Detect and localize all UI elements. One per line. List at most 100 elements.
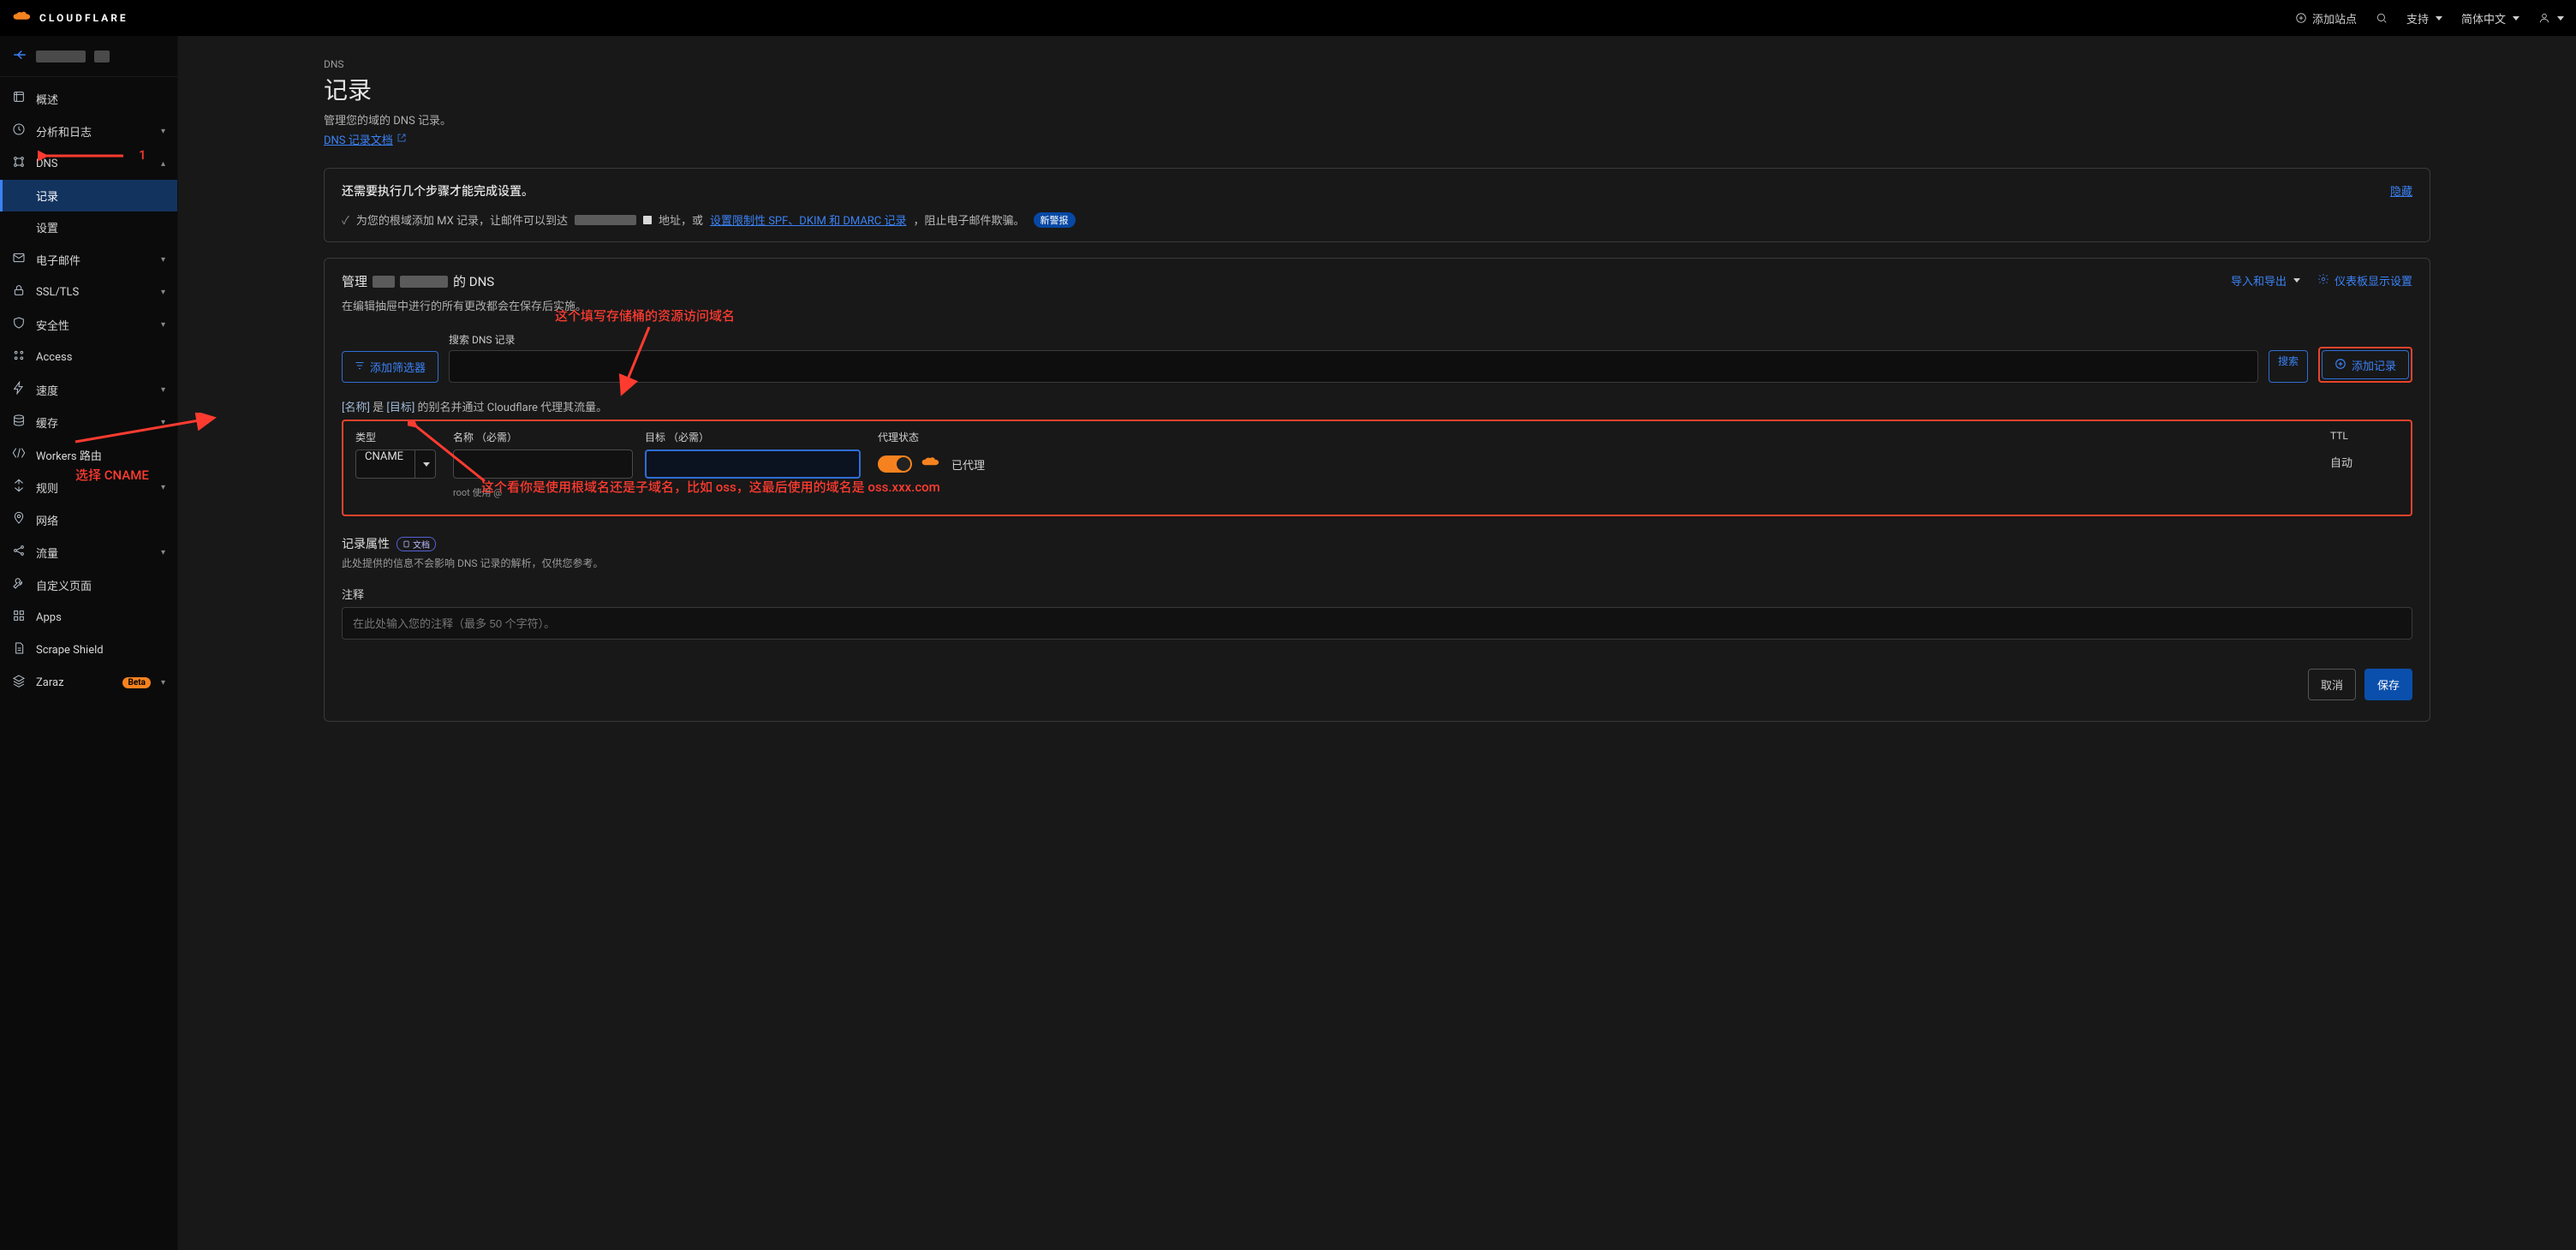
- redacted-domain: [575, 215, 636, 225]
- chevron-down-icon: [415, 449, 436, 479]
- chevron-down-icon: ▾: [161, 483, 165, 492]
- sidebar-item-caching[interactable]: 缓存 ▾: [0, 406, 177, 438]
- attrs-doc-pill[interactable]: 文档: [397, 537, 436, 551]
- add-filter-button[interactable]: 添加筛选器: [342, 351, 438, 383]
- chevron-down-icon: [2513, 16, 2519, 21]
- chevron-down-icon: ▾: [161, 418, 165, 427]
- type-select[interactable]: CNAME: [355, 449, 441, 479]
- page-desc: 管理您的域的 DNS 记录。: [324, 111, 2430, 128]
- breadcrumb[interactable]: [0, 36, 177, 77]
- plus-circle-icon: [2295, 12, 2307, 24]
- sidebar-item-access[interactable]: Access: [0, 341, 177, 373]
- wrench-icon: [12, 576, 26, 593]
- filter-icon: [355, 360, 365, 373]
- record-form: 类型 CNAME 名称 （必需） root 使用 @ 目标 （必需） 代理: [342, 420, 2412, 516]
- search-toolbar: 添加筛选器 搜索 DNS 记录 搜索: [342, 332, 2412, 383]
- cloud-proxy-icon: [921, 455, 943, 473]
- language-label: 简体中文: [2461, 10, 2506, 27]
- add-site-label: 添加站点: [2312, 10, 2357, 27]
- sidebar: 概述 分析和日志 ▾ DNS ▴ 记录 设置: [0, 36, 178, 1250]
- new-alert-pill: 新警报: [1034, 212, 1076, 228]
- back-arrow-icon: [12, 47, 27, 66]
- sidebar-item-rules[interactable]: 规则 ▾: [0, 471, 177, 503]
- shield-icon: [12, 316, 26, 333]
- sidebar-item-security[interactable]: 安全性 ▾: [0, 308, 177, 341]
- brand-text: CLOUDFLARE: [39, 12, 128, 24]
- notice-text-2: 地址，或: [659, 211, 703, 228]
- spf-link[interactable]: 设置限制性 SPF、DKIM 和 DMARC 记录: [710, 211, 907, 228]
- user-icon: [2538, 12, 2550, 24]
- note-input[interactable]: [342, 607, 2412, 640]
- save-button[interactable]: 保存: [2364, 669, 2412, 700]
- rules-icon: [12, 479, 26, 496]
- chevron-down-icon: ▾: [161, 127, 165, 136]
- pin-icon: [12, 511, 26, 528]
- search-icon: [2376, 12, 2388, 24]
- cancel-button[interactable]: 取消: [2308, 669, 2356, 700]
- search-button[interactable]: 搜索: [2269, 350, 2308, 383]
- external-link-icon: [397, 133, 407, 146]
- clock-icon: [12, 122, 26, 140]
- name-input[interactable]: [453, 449, 633, 479]
- sidebar-item-traffic[interactable]: 流量 ▾: [0, 536, 177, 568]
- sidebar-item-custom-pages[interactable]: 自定义页面: [0, 568, 177, 601]
- search-button[interactable]: [2376, 12, 2388, 24]
- sidebar-item-scrape-shield[interactable]: Scrape Shield: [0, 634, 177, 666]
- workers-icon: [12, 446, 26, 463]
- sidebar-item-overview[interactable]: 概述: [0, 82, 177, 115]
- sidebar-item-workers[interactable]: Workers 路由: [0, 438, 177, 471]
- brand-logo[interactable]: CLOUDFLARE: [12, 11, 128, 25]
- sidebar-item-dns[interactable]: DNS ▴: [0, 147, 177, 180]
- search-input[interactable]: [449, 350, 2258, 383]
- language-menu[interactable]: 简体中文: [2461, 10, 2519, 27]
- sidebar-item-dns-settings[interactable]: 设置: [0, 211, 177, 243]
- sidebar-item-analytics[interactable]: 分析和日志 ▾: [0, 115, 177, 147]
- file-icon: [12, 641, 26, 658]
- sidebar-item-zaraz[interactable]: Zaraz Beta ▾: [0, 666, 177, 699]
- attrs-subtitle: 此处提供的信息不会影响 DNS 记录的解析，仅供您参考。: [342, 556, 2412, 570]
- mail-icon: [12, 251, 26, 268]
- sidebar-item-speed[interactable]: 速度 ▾: [0, 373, 177, 406]
- chevron-down-icon: [2436, 16, 2442, 21]
- sidebar-item-dns-records[interactable]: 记录: [0, 180, 177, 211]
- support-menu[interactable]: 支持: [2406, 10, 2442, 27]
- import-export-link[interactable]: 导入和导出: [2231, 272, 2300, 289]
- proxy-toggle[interactable]: [878, 455, 912, 473]
- sidebar-item-network[interactable]: 网络: [0, 503, 177, 536]
- top-bar: CLOUDFLARE 添加站点 支持 简体中文: [0, 0, 2576, 36]
- notice-body: ✓ 为您的根域添加 MX 记录，让邮件可以到达 地址，或 设置限制性 SPF、D…: [342, 211, 2412, 228]
- database-icon: [12, 414, 26, 431]
- note-label: 注释: [342, 586, 2412, 602]
- cloud-icon: [12, 11, 34, 25]
- dns-docs-label: DNS 记录文档: [324, 131, 393, 147]
- manage-title: 管理 的 DNS: [342, 272, 587, 290]
- manage-dns-card: 管理 的 DNS 在编辑抽屉中进行的所有更改都会在保存后实施。 导入和导出: [324, 258, 2430, 722]
- page-title: 记录: [324, 72, 2430, 106]
- sidebar-item-email[interactable]: 电子邮件 ▾: [0, 243, 177, 276]
- nav: 概述 分析和日志 ▾ DNS ▴ 记录 设置: [0, 77, 177, 716]
- redacted: [400, 276, 448, 288]
- account-menu[interactable]: [2538, 12, 2564, 24]
- sidebar-item-ssl[interactable]: SSL/TLS ▾: [0, 276, 177, 308]
- target-input[interactable]: [645, 449, 861, 479]
- type-value: CNAME: [355, 449, 415, 479]
- top-actions: 添加站点 支持 简体中文: [2295, 10, 2564, 27]
- add-record-button[interactable]: 添加记录: [2322, 350, 2409, 379]
- type-label: 类型: [355, 430, 441, 444]
- grid-icon: [12, 348, 26, 366]
- share-icon: [12, 544, 26, 561]
- setup-notice-card: 还需要执行几个步骤才能完成设置。 隐藏 ✓ 为您的根域添加 MX 记录，让邮件可…: [324, 168, 2430, 242]
- ttl-value: 自动: [2330, 447, 2399, 476]
- hide-notice-link[interactable]: 隐藏: [2390, 182, 2412, 199]
- sidebar-item-apps[interactable]: Apps: [0, 601, 177, 634]
- chevron-down-icon: ▾: [161, 678, 165, 688]
- search-label: 搜索 DNS 记录: [449, 332, 2258, 347]
- chevron-down-icon: [2293, 278, 2300, 283]
- chevron-down-icon: [2557, 16, 2564, 21]
- name-hint: root 使用 @: [453, 485, 633, 499]
- add-site-button[interactable]: 添加站点: [2295, 10, 2357, 27]
- dashboard-settings-link[interactable]: 仪表板显示设置: [2317, 272, 2412, 289]
- dns-docs-link[interactable]: DNS 记录文档: [324, 131, 407, 147]
- notice-title: 还需要执行几个步骤才能完成设置。: [342, 182, 534, 199]
- main-content: DNS 记录 管理您的域的 DNS 记录。 DNS 记录文档 还需要执行几个步骤…: [178, 36, 2576, 1250]
